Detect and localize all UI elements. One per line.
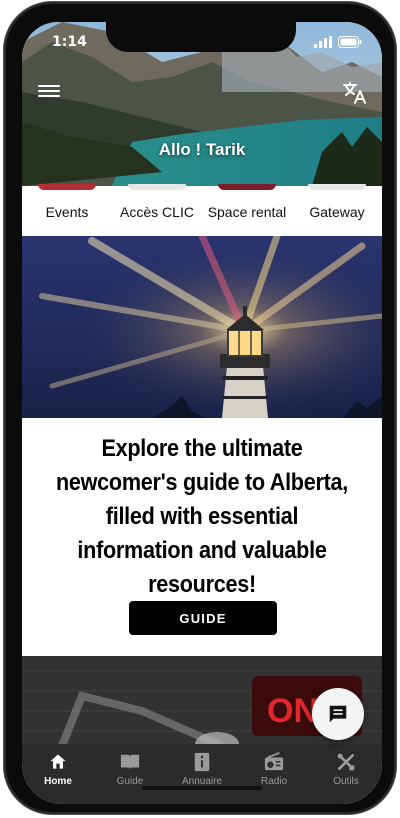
tab-radio[interactable]: Radio [238, 744, 310, 804]
book-icon [120, 754, 140, 770]
tools-icon [337, 753, 355, 771]
nav-item-label: Accès CLIC [120, 204, 194, 220]
status-icons [314, 36, 362, 48]
bottom-tab-bar: Home Guide Annuaire Radio Outils [22, 744, 382, 804]
category-nav: Events Accès CLIC Space rental Gateway [22, 184, 382, 236]
device-notch [106, 22, 296, 52]
promo-section: Explore the ultimate newcomer's guide to… [22, 418, 382, 656]
hamburger-menu-icon[interactable] [38, 82, 60, 102]
status-time: 1:14 [52, 34, 87, 50]
events-thumbnail [38, 184, 96, 190]
nav-item-label: Gateway [309, 204, 365, 220]
app-screen: 1:14 Allo ! Tarik Events Accès CLIC Spac… [22, 22, 382, 804]
nav-item-label: Space rental [207, 204, 287, 220]
chat-button[interactable] [312, 688, 364, 740]
tab-guide[interactable]: Guide [94, 744, 166, 804]
tab-label: Outils [333, 776, 359, 787]
translate-icon[interactable] [342, 80, 368, 106]
directory-icon [194, 752, 210, 772]
tab-annuaire[interactable]: Annuaire [166, 744, 238, 804]
acces-clic-thumbnail [128, 184, 186, 190]
tab-home[interactable]: Home [22, 744, 94, 804]
tab-outils[interactable]: Outils [310, 744, 382, 804]
signal-icon [314, 36, 332, 48]
home-indicator [142, 786, 262, 790]
app-title: Allo ! Tarik [158, 140, 246, 159]
lighthouse-image [22, 236, 382, 418]
space-rental-thumbnail [218, 184, 276, 190]
nav-item-acces-clic[interactable]: Accès CLIC [112, 184, 202, 236]
nav-item-space-rental[interactable]: Space rental [202, 184, 292, 236]
tab-label: Home [44, 776, 72, 787]
nav-item-label: Events [45, 204, 89, 220]
promo-headline: Explore the ultimate newcomer's guide to… [55, 435, 349, 598]
home-icon [50, 754, 66, 769]
chat-icon [329, 705, 347, 723]
nav-item-gateway[interactable]: Gateway [292, 184, 382, 236]
battery-icon [338, 36, 362, 48]
radio-icon [264, 752, 284, 771]
gateway-thumbnail [308, 184, 366, 190]
nav-item-events[interactable]: Events [22, 184, 112, 236]
guide-button[interactable]: GUIDE [129, 601, 277, 635]
